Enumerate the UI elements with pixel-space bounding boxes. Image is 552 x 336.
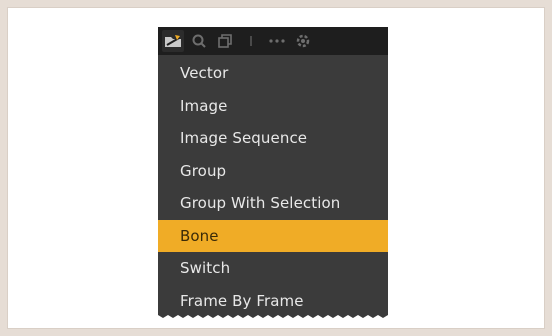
menu-item-group-with-selection[interactable]: Group With Selection <box>158 187 388 220</box>
menu-item-vector[interactable]: Vector <box>158 57 388 90</box>
menu-item-image-sequence[interactable]: Image Sequence <box>158 122 388 155</box>
menu-item-image[interactable]: Image <box>158 90 388 123</box>
more-icon[interactable] <box>266 30 288 52</box>
torn-edge <box>158 312 388 318</box>
layer-type-list: Vector Image Image Sequence Group Group … <box>158 57 388 315</box>
settings-icon[interactable] <box>292 30 314 52</box>
layer-toolbar <box>158 27 388 55</box>
new-layer-menu: Vector Image Image Sequence Group Group … <box>158 27 388 315</box>
search-icon[interactable] <box>188 30 210 52</box>
menu-item-frame-by-frame[interactable]: Frame By Frame <box>158 285 388 316</box>
duplicate-icon[interactable] <box>214 30 236 52</box>
menu-item-group[interactable]: Group <box>158 155 388 188</box>
menu-item-bone[interactable]: Bone <box>158 219 388 252</box>
menu-item-switch[interactable]: Switch <box>158 252 388 285</box>
separator-icon <box>240 30 262 52</box>
new-layer-icon[interactable] <box>162 30 184 52</box>
